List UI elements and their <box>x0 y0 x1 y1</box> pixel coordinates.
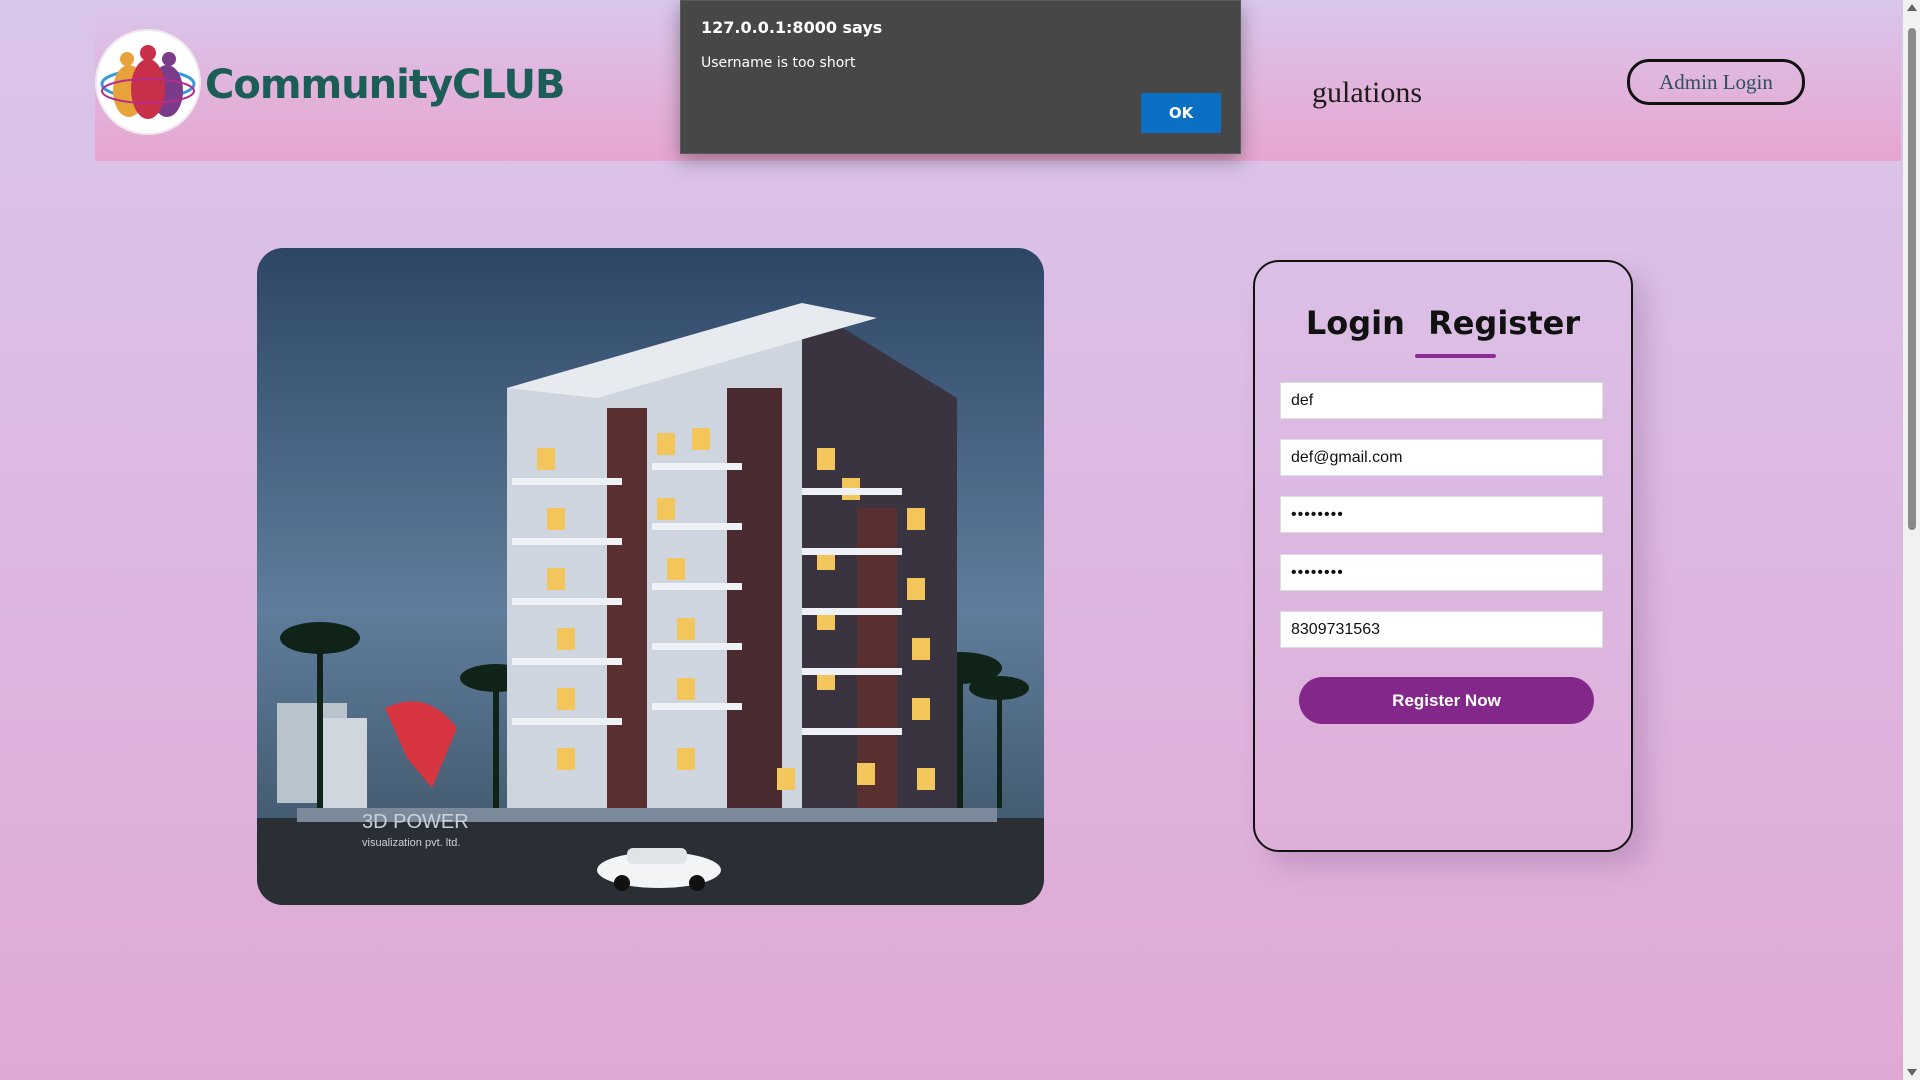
community-logo[interactable] <box>95 29 201 135</box>
alert-message: Username is too short <box>701 55 856 71</box>
phone-field[interactable]: 8309731563 <box>1280 611 1603 648</box>
alert-title: 127.0.0.1:8000 says <box>701 18 883 37</box>
scroll-up-arrow-icon[interactable] <box>1907 4 1917 11</box>
building-image: 3D POWER visualization pvt. ltd. <box>257 248 1044 905</box>
tab-register[interactable]: Register <box>1428 304 1580 342</box>
apartment-illustration: 3D POWER visualization pvt. ltd. <box>257 248 1044 905</box>
alert-dialog: 127.0.0.1:8000 says Username is too shor… <box>680 0 1241 154</box>
nav-link-regulations[interactable]: gulations <box>1312 76 1422 110</box>
auth-card: Login Register def def@gmail.com •••••••… <box>1253 260 1633 852</box>
auth-tabs: Login Register <box>1255 304 1631 342</box>
tab-login[interactable]: Login <box>1306 304 1405 342</box>
password-field[interactable]: •••••••• <box>1280 496 1603 533</box>
watermark-subtext: visualization pvt. ltd. <box>362 837 460 849</box>
active-tab-indicator <box>1415 354 1496 358</box>
page-scrollbar[interactable] <box>1903 0 1920 1080</box>
people-logo-icon <box>98 32 198 132</box>
scroll-down-arrow-icon[interactable] <box>1907 1069 1917 1076</box>
admin-login-button[interactable]: Admin Login <box>1627 59 1805 105</box>
email-field[interactable]: def@gmail.com <box>1280 439 1603 476</box>
confirm-password-field[interactable]: •••••••• <box>1280 554 1603 591</box>
alert-ok-button[interactable]: OK <box>1141 93 1221 133</box>
username-field[interactable]: def <box>1280 382 1603 419</box>
brand-name[interactable]: CommunityCLUB <box>205 62 565 108</box>
scroll-thumb[interactable] <box>1908 28 1916 530</box>
watermark-text: 3D POWER <box>362 811 469 833</box>
register-now-button[interactable]: Register Now <box>1299 677 1594 724</box>
